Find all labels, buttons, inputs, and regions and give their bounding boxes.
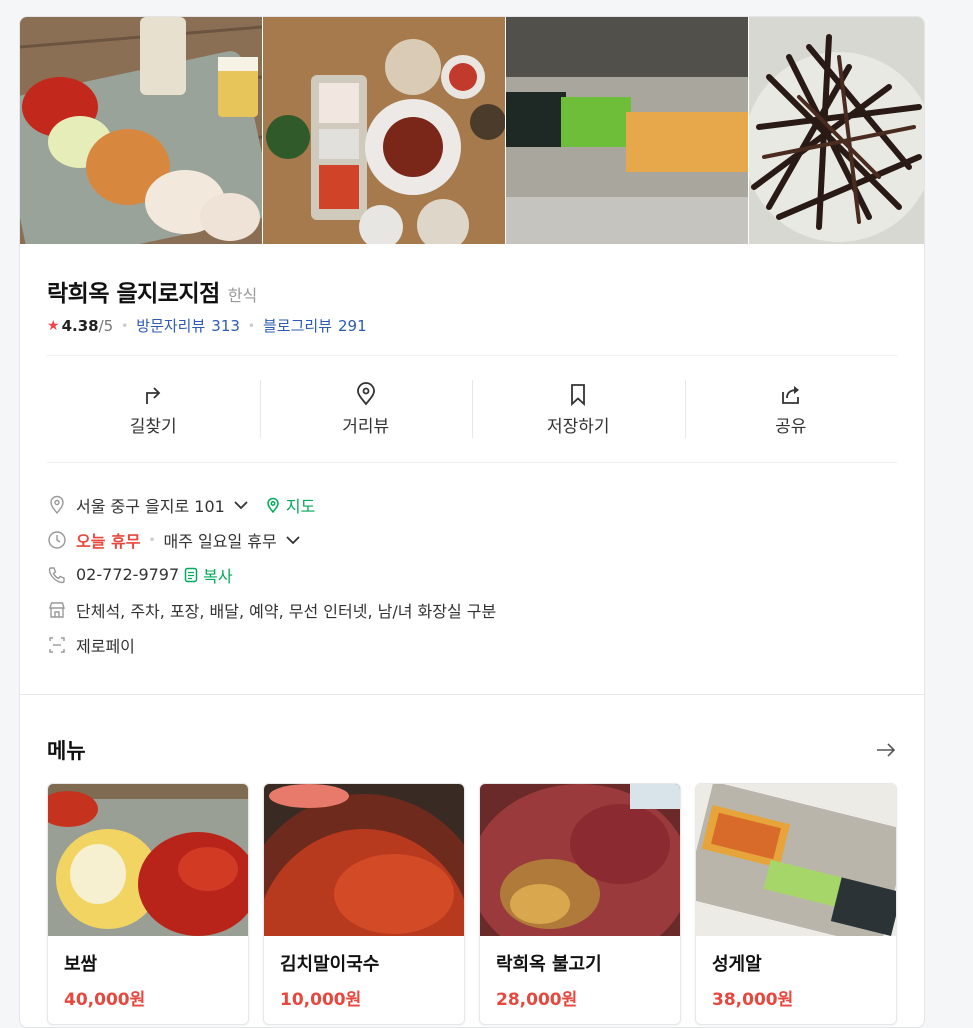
map-link[interactable]: 지도 xyxy=(265,493,315,517)
copy-button[interactable]: 복사 xyxy=(183,563,233,587)
menu-list: 보쌈 40,000원 김치말이국수 10,000원 락희옥 불고기 28,000… xyxy=(20,765,924,1025)
menu-item-price: 10,000원 xyxy=(280,990,362,1010)
save-label: 저장하기 xyxy=(546,416,610,437)
menu-photo xyxy=(696,784,896,936)
menu-photo xyxy=(264,784,464,936)
phone-row: 02-772-9797 복사 xyxy=(47,557,897,592)
rating-score: 4.38 xyxy=(61,316,99,335)
menu-section-title: 메뉴 xyxy=(47,739,86,763)
blog-review-label: 블로그리뷰 xyxy=(263,317,333,335)
hours-text: 매주 일요일 휴무 xyxy=(163,531,277,551)
blog-review-link[interactable]: 블로그리뷰 291 xyxy=(263,315,367,336)
share-icon xyxy=(781,385,799,404)
menu-item-sea-urchin[interactable]: 성게알 38,000원 xyxy=(695,783,897,1025)
directions-button[interactable]: 길찾기 xyxy=(47,380,260,438)
rating-row: ★ 4.38 /5 • 방문자리뷰 313 • 블로그리뷰 291 xyxy=(47,315,897,336)
menu-item-name: 김치말이국수 xyxy=(280,954,380,975)
street-view-button[interactable]: 거리뷰 xyxy=(259,380,473,438)
separator-dot: • xyxy=(121,318,129,333)
directions-label: 길찾기 xyxy=(129,416,177,437)
copy-label: 복사 xyxy=(203,566,233,586)
menu-item-price: 40,000원 xyxy=(64,990,146,1010)
place-card: 락희옥 을지로지점 한식 ★ 4.38 /5 • 방문자리뷰 313 • 블로그리… xyxy=(19,16,925,1028)
street-view-icon xyxy=(356,381,375,405)
bookmark-icon xyxy=(571,383,586,406)
copy-icon xyxy=(184,567,198,582)
separator-dot: • xyxy=(148,532,156,547)
amenities-row: 단체석, 주차, 포장, 배달, 예약, 무선 인터넷, 남/녀 화장실 구분 xyxy=(47,592,897,627)
photo-gallery[interactable] xyxy=(20,17,924,244)
payment-text: 제로페이 xyxy=(76,636,135,656)
amenities-text: 단체석, 주차, 포장, 배달, 예약, 무선 인터넷, 남/녀 화장실 구분 xyxy=(76,601,497,621)
map-pin-icon xyxy=(267,497,279,513)
arrow-right-icon[interactable] xyxy=(875,739,897,761)
address-text: 서울 중구 을지로 101 xyxy=(76,496,225,516)
map-label: 지도 xyxy=(285,496,316,516)
separator-dot: • xyxy=(247,318,255,333)
visitor-review-count: 313 xyxy=(211,317,240,335)
blog-review-count: 291 xyxy=(338,317,367,335)
address-row: 서울 중구 을지로 101 지도 xyxy=(47,487,897,522)
directions-icon xyxy=(146,386,161,404)
menu-photo xyxy=(48,784,248,936)
menu-item-name: 락희옥 불고기 xyxy=(496,954,602,975)
phone-icon xyxy=(48,566,65,583)
street-view-label: 거리뷰 xyxy=(342,416,390,437)
photo-table-set[interactable] xyxy=(263,17,505,244)
save-button[interactable]: 저장하기 xyxy=(472,380,685,438)
photo-dried-fish[interactable] xyxy=(749,17,924,244)
hours-row: 오늘 휴무 • 매주 일요일 휴무 xyxy=(47,522,897,557)
share-label: 공유 xyxy=(775,416,807,437)
location-pin-icon xyxy=(50,495,64,514)
visitor-review-link[interactable]: 방문자리뷰 313 xyxy=(136,315,240,336)
phone-number: 02-772-9797 xyxy=(76,565,180,584)
menu-item-name: 성게알 xyxy=(712,954,762,975)
payment-row: 제로페이 xyxy=(47,627,897,662)
rating-max: /5 xyxy=(98,316,114,335)
star-icon: ★ xyxy=(47,317,60,334)
place-category: 한식 xyxy=(227,286,258,305)
menu-item-name: 보쌈 xyxy=(64,954,98,975)
menu-item-price: 28,000원 xyxy=(496,990,578,1010)
store-icon xyxy=(49,601,65,618)
menu-item-bossam[interactable]: 보쌈 40,000원 xyxy=(47,783,249,1025)
visitor-review-label: 방문자리뷰 xyxy=(136,317,206,335)
menu-item-price: 38,000원 xyxy=(712,990,794,1010)
menu-item-bulgogi[interactable]: 락희옥 불고기 28,000원 xyxy=(479,783,681,1025)
open-status: 오늘 휴무 xyxy=(76,531,141,551)
menu-item-kimchi-noodles[interactable]: 김치말이국수 10,000원 xyxy=(263,783,465,1025)
chevron-down-icon[interactable] xyxy=(233,497,249,513)
clock-icon xyxy=(48,530,66,549)
photo-uni-tray[interactable] xyxy=(506,17,748,244)
scan-icon xyxy=(49,636,65,653)
action-bar: 길찾기 거리뷰 저장하기 공유 xyxy=(47,356,897,462)
photo-bossam[interactable] xyxy=(20,17,262,244)
menu-photo xyxy=(480,784,680,936)
chevron-down-icon[interactable] xyxy=(285,532,301,548)
share-button[interactable]: 공유 xyxy=(684,380,898,438)
place-name: 락희옥 을지로지점 xyxy=(47,281,220,307)
